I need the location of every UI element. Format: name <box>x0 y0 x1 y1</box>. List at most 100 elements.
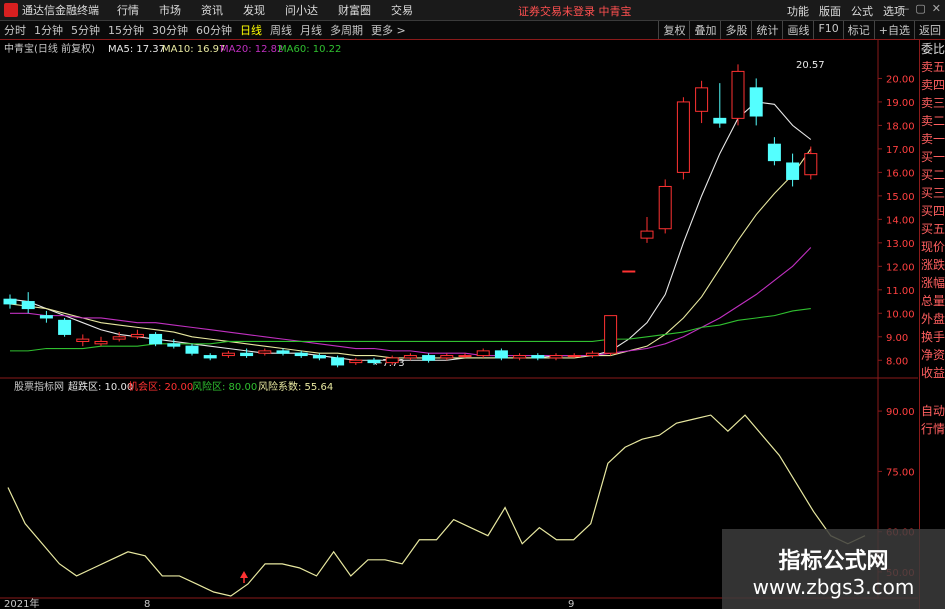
price-tick-label: 13.00 <box>886 239 915 250</box>
candle-body <box>385 357 399 364</box>
candle[interactable] <box>349 357 363 365</box>
candle[interactable] <box>658 179 672 234</box>
candle[interactable] <box>476 348 490 358</box>
side-item-4[interactable]: 卖二 <box>920 112 945 130</box>
candle[interactable] <box>3 294 17 309</box>
side-item-3[interactable]: 卖三 <box>920 94 945 112</box>
candle[interactable] <box>731 64 745 126</box>
candle-body <box>749 87 763 117</box>
candle[interactable] <box>39 310 53 323</box>
indicator-risk-coef: 风险系数: 55.64 <box>258 380 333 393</box>
price-tick-label: 18.00 <box>886 121 915 132</box>
candle-body <box>622 270 636 273</box>
candle-body <box>130 333 144 338</box>
candle[interactable] <box>58 317 72 337</box>
side-item-5[interactable]: 卖一 <box>920 130 945 148</box>
candle-body <box>94 340 108 345</box>
candle-body <box>185 345 199 354</box>
candle[interactable] <box>604 315 618 356</box>
candle[interactable] <box>640 217 654 243</box>
candle[interactable] <box>713 83 727 128</box>
candle-body <box>112 336 126 340</box>
candle-body <box>804 153 818 176</box>
side-item-13[interactable]: 涨幅 <box>920 274 945 292</box>
side-item-18[interactable]: 收益 <box>920 364 945 382</box>
side-item-17[interactable]: 净资 <box>920 346 945 364</box>
candle-body <box>440 355 454 359</box>
candle[interactable] <box>422 353 436 363</box>
candle-body <box>640 230 654 239</box>
price-tick-label: 16.00 <box>886 168 915 179</box>
candle-body <box>531 355 545 359</box>
candle[interactable] <box>221 350 235 358</box>
candle-body <box>676 101 690 173</box>
candle[interactable] <box>76 334 90 347</box>
candle-body <box>476 350 490 357</box>
side-item-11[interactable]: 现价 <box>920 238 945 256</box>
candle[interactable] <box>622 270 636 273</box>
side-item-15[interactable]: 外盘 <box>920 310 945 328</box>
price-tick-label: 15.00 <box>886 192 915 203</box>
candle-body <box>458 355 472 358</box>
candle[interactable] <box>185 343 199 356</box>
indicator-opportunity: 机会区: 20.00 <box>128 380 193 393</box>
stock-chart[interactable]: 中青宝(日线 前复权) MA5: 17.37 MA10: 16.97 MA20:… <box>0 0 945 609</box>
candle[interactable] <box>94 336 108 347</box>
side-item-1[interactable]: 卖五 <box>920 58 945 76</box>
side-lower-item-0[interactable]: 自动 <box>920 402 945 420</box>
buy-signal-arrow-icon <box>240 571 248 578</box>
candle-body <box>258 350 272 354</box>
x-label-sep: 9 <box>568 599 574 609</box>
candle[interactable] <box>767 137 781 166</box>
side-item-14[interactable]: 总量 <box>920 292 945 310</box>
side-item-10[interactable]: 买五 <box>920 220 945 238</box>
ma5-label: MA5: 17.37 <box>108 44 165 55</box>
candle[interactable] <box>494 348 508 361</box>
side-item-0[interactable]: 委比 <box>920 40 945 58</box>
candle[interactable] <box>804 146 818 180</box>
candle[interactable] <box>585 350 599 358</box>
side-item-7[interactable]: 买二 <box>920 166 945 184</box>
candle-body <box>494 350 508 359</box>
price-tick-label: 9.00 <box>886 333 908 344</box>
candle-body <box>203 355 217 359</box>
candle[interactable] <box>549 353 563 361</box>
side-lower-item-1[interactable]: 行情 <box>920 420 945 438</box>
candle[interactable] <box>21 292 35 314</box>
candle[interactable] <box>676 97 690 180</box>
candle-body <box>403 355 417 359</box>
candle-body <box>3 298 17 305</box>
candle[interactable] <box>312 353 326 361</box>
candle[interactable] <box>513 353 527 361</box>
price-tick-label: 19.00 <box>886 98 915 109</box>
side-item-9[interactable]: 买四 <box>920 202 945 220</box>
candle[interactable] <box>786 153 800 187</box>
candle[interactable] <box>749 78 763 126</box>
candle-body <box>331 357 345 366</box>
price-tick-label: 12.00 <box>886 262 915 273</box>
side-item-16[interactable]: 换手 <box>920 328 945 346</box>
candle[interactable] <box>203 353 217 361</box>
candle-body <box>513 355 527 359</box>
side-item-12[interactable]: 涨跌 <box>920 256 945 274</box>
price-tick-label: 17.00 <box>886 145 915 156</box>
side-item-6[interactable]: 买一 <box>920 148 945 166</box>
candle[interactable] <box>403 353 417 361</box>
candle-body <box>567 355 581 358</box>
side-item-2[interactable]: 卖四 <box>920 76 945 94</box>
side-item-8[interactable]: 买三 <box>920 184 945 202</box>
candle-body <box>167 343 181 347</box>
candle-body <box>149 333 163 345</box>
watermark-url: www.zbgs3.com <box>752 575 915 599</box>
candle-body <box>422 355 436 361</box>
candle-body <box>76 338 90 342</box>
watermark-title: 指标公式网 <box>778 549 889 574</box>
ma-line-ma20 <box>10 247 812 357</box>
candle[interactable] <box>258 348 272 356</box>
candle[interactable] <box>149 332 163 347</box>
candle[interactable] <box>531 353 545 361</box>
indicator-risk-zone: 风险区: 80.00 <box>192 380 257 393</box>
candle-body <box>585 352 599 357</box>
candle-body <box>713 117 727 124</box>
candle[interactable] <box>695 80 709 124</box>
